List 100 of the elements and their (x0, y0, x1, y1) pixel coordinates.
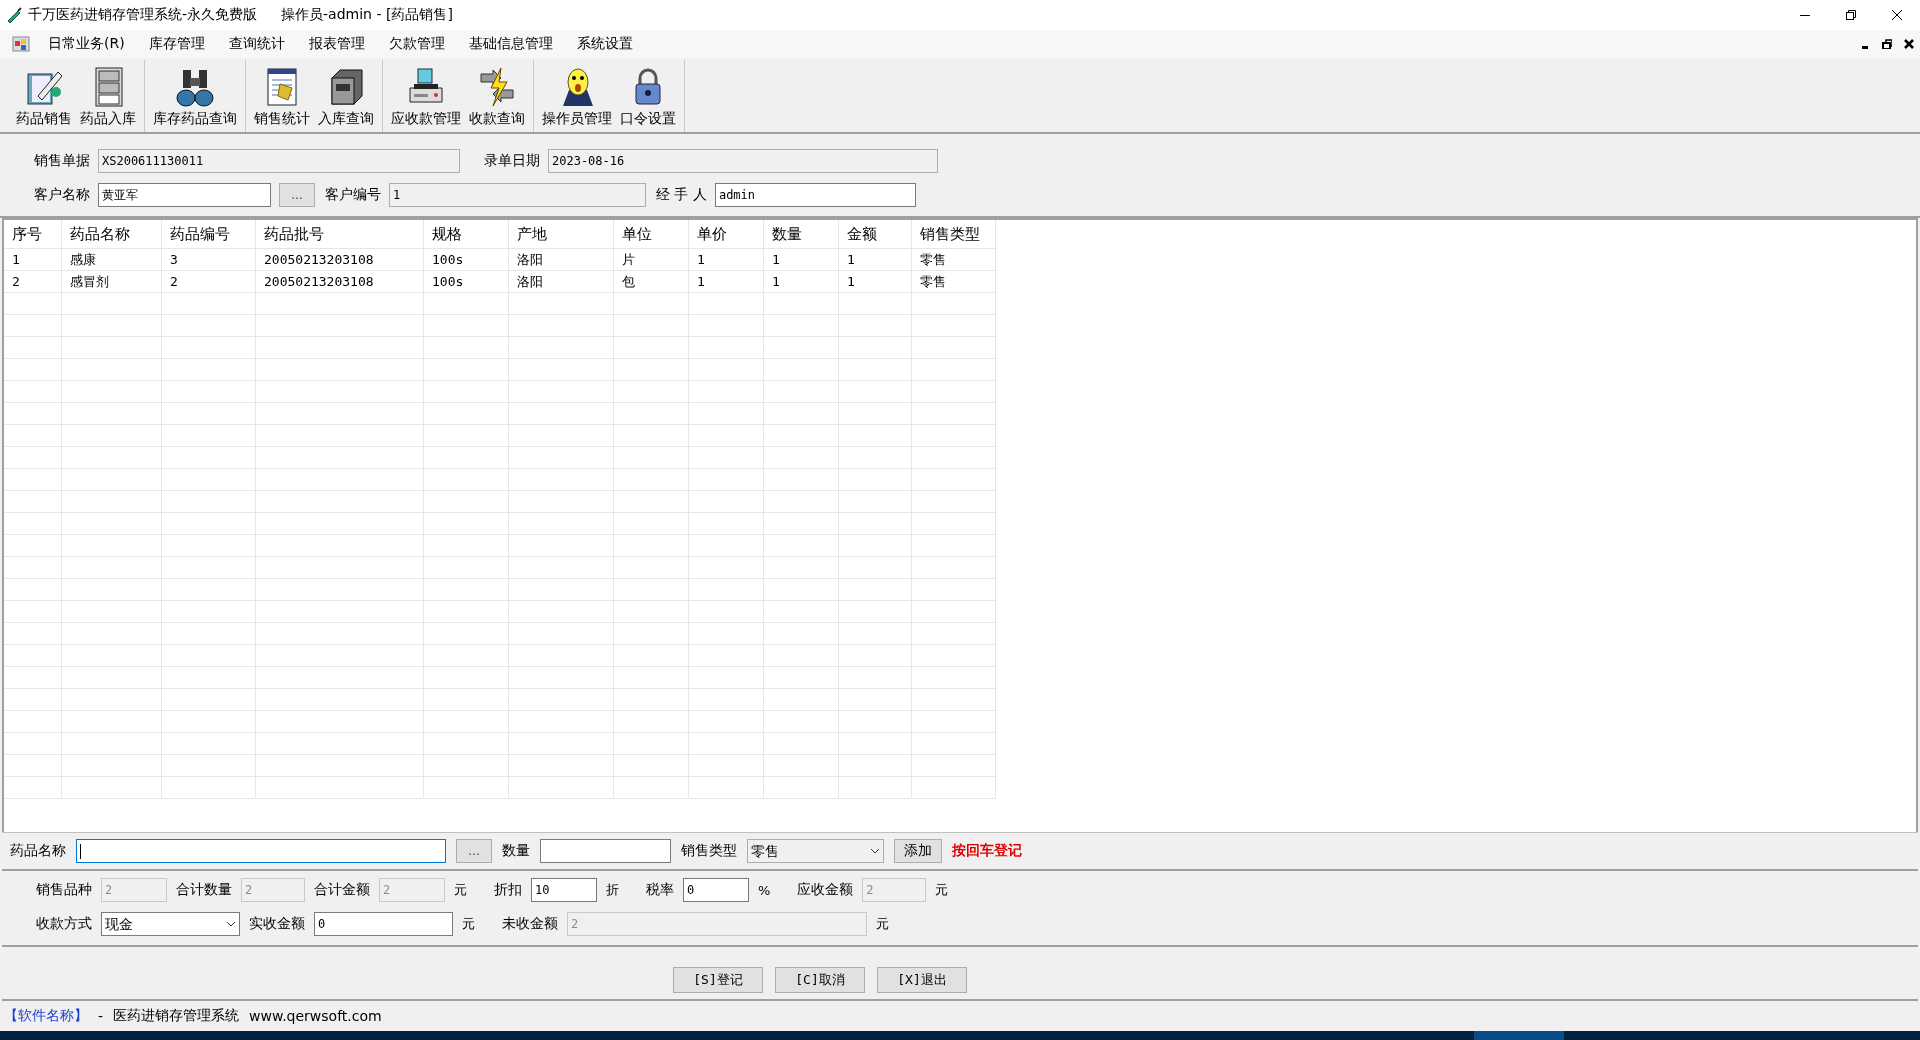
menu-item[interactable]: 报表管理 (296, 33, 377, 55)
table-cell: 20050213203108 (255, 248, 424, 271)
column-header[interactable]: 药品名称 (61, 220, 162, 249)
software-name-label: 【软件名称】 (4, 1007, 88, 1025)
toolbar-button[interactable]: 操作员管理 (538, 60, 616, 132)
table-cell: 包 (613, 270, 689, 293)
table-cell: 2 (4, 270, 62, 293)
window-title: 千万医药进销存管理系统-永久免费版 (28, 6, 258, 24)
text-field[interactable]: 1 (389, 183, 646, 207)
field-label: 数量 (502, 842, 530, 860)
column-header[interactable]: 产地 (508, 220, 614, 249)
chevron-down-icon (226, 921, 236, 927)
hint-text: 按回车登记 (952, 842, 1022, 860)
menu-item[interactable]: 库存管理 (136, 33, 217, 55)
toolbar-button[interactable]: 药品销售 (12, 60, 76, 132)
unit-label: % (758, 882, 771, 898)
menu-item[interactable]: 基础信息管理 (456, 33, 565, 55)
action-button[interactable]: [S]登记 (673, 967, 763, 993)
field-label: 税率 (646, 881, 674, 899)
restore-icon (1882, 39, 1892, 49)
field-label: 合计数量 (176, 881, 232, 899)
drug-name-field[interactable] (76, 839, 446, 863)
column-header[interactable]: 药品编号 (161, 220, 256, 249)
text-field[interactable]: 10 (531, 878, 597, 902)
website-link[interactable]: www.qerwsoft.com (249, 1008, 382, 1024)
table-cell: 20050213203108 (255, 270, 424, 293)
action-button[interactable]: [X]退出 (877, 967, 967, 993)
field-label: 销售类型 (681, 842, 737, 860)
text-field[interactable]: 2023-08-16 (548, 149, 938, 173)
quantity-field[interactable] (540, 839, 671, 863)
window-subtitle: 操作员-admin - [药品销售] (281, 6, 453, 24)
browse-button[interactable]: ... (279, 183, 315, 207)
close-icon (1892, 10, 1902, 20)
syringe-icon (6, 7, 22, 23)
field-label: 客户名称 (34, 186, 90, 204)
table-cell: 1 (763, 270, 839, 293)
table-cell: 1 (688, 270, 764, 293)
text-field[interactable]: 黄亚军 (98, 183, 271, 207)
table-cell: 1 (4, 248, 62, 271)
column-header[interactable]: 单价 (688, 220, 764, 249)
table-cell: 1 (838, 270, 912, 293)
table-cell: 零售 (911, 270, 996, 293)
field-label: 录单日期 (484, 152, 540, 170)
toolbar-button[interactable]: 销售统计 (250, 60, 314, 132)
menu-item[interactable]: 系统设置 (564, 33, 645, 55)
field-label: 未收金额 (502, 915, 558, 933)
browse-button[interactable]: ... (456, 839, 492, 863)
column-header[interactable]: 金额 (838, 220, 912, 249)
table-cell: 100s (423, 270, 509, 293)
column-header[interactable]: 销售类型 (911, 220, 996, 249)
table-cell: 3 (161, 248, 256, 271)
toolbar-button[interactable]: 口令设置 (616, 60, 680, 132)
text-field[interactable]: XS200611130011 (98, 149, 460, 173)
toolbar-button[interactable]: 收款查询 (465, 60, 529, 132)
chevron-down-icon (870, 848, 880, 854)
toolbar-button[interactable]: 库存药品查询 (149, 60, 241, 132)
arrows-lightning-icon (477, 66, 517, 108)
table-cell: 洛阳 (508, 248, 614, 271)
column-header[interactable]: 序号 (4, 220, 62, 249)
toolbar-button[interactable]: 应收款管理 (387, 60, 465, 132)
menu-item[interactable]: 查询统计 (216, 33, 297, 55)
restore-icon (1846, 10, 1856, 20)
field-label: 经 手 人 (656, 186, 707, 204)
separator-text: - (98, 1008, 104, 1024)
toolbar-button[interactable]: 药品入库 (76, 60, 140, 132)
table-cell: 感冒剂 (61, 270, 162, 293)
column-header[interactable]: 药品批号 (255, 220, 424, 249)
table-cell: 片 (613, 248, 689, 271)
field-label: 折扣 (494, 881, 522, 899)
action-button[interactable]: [C]取消 (775, 967, 865, 993)
table-cell: 洛阳 (508, 270, 614, 293)
minimize-icon (1862, 46, 1868, 49)
table-cell: 1 (763, 248, 839, 271)
column-header[interactable]: 数量 (763, 220, 839, 249)
unit-label: 折 (606, 881, 619, 899)
toolbar-button[interactable]: 入库查询 (314, 60, 378, 132)
text-field[interactable]: admin (714, 183, 916, 207)
product-name: 医药进销存管理系统 (113, 1007, 240, 1025)
payment-method-dropdown[interactable]: 现金 (101, 912, 240, 936)
field-label: 药品名称 (10, 842, 66, 860)
menu-item[interactable]: 日常业务(R) (36, 33, 137, 55)
table-cell: 感康 (61, 248, 162, 271)
table-cell: 2 (161, 270, 256, 293)
menu-item[interactable]: 欠款管理 (376, 33, 457, 55)
add-button[interactable]: 添加 (894, 839, 942, 863)
text-field[interactable]: 0 (314, 912, 453, 936)
field-label: 应收金额 (797, 881, 854, 899)
column-header[interactable]: 规格 (423, 220, 509, 249)
table-cell: 1 (838, 248, 912, 271)
app-icon (12, 36, 30, 52)
field-label: 客户编号 (325, 186, 381, 204)
text-field[interactable]: 0 (683, 878, 749, 902)
column-header[interactable]: 单位 (613, 220, 689, 249)
sale-type-dropdown[interactable]: 零售 (747, 839, 884, 863)
table-cell: 零售 (911, 248, 996, 271)
table-cell: 1 (688, 248, 764, 271)
unit-label: 元 (462, 915, 475, 933)
unit-label: 元 (876, 915, 889, 933)
field-label: 合计金额 (314, 881, 370, 899)
field-label: 销售单据 (34, 152, 90, 170)
